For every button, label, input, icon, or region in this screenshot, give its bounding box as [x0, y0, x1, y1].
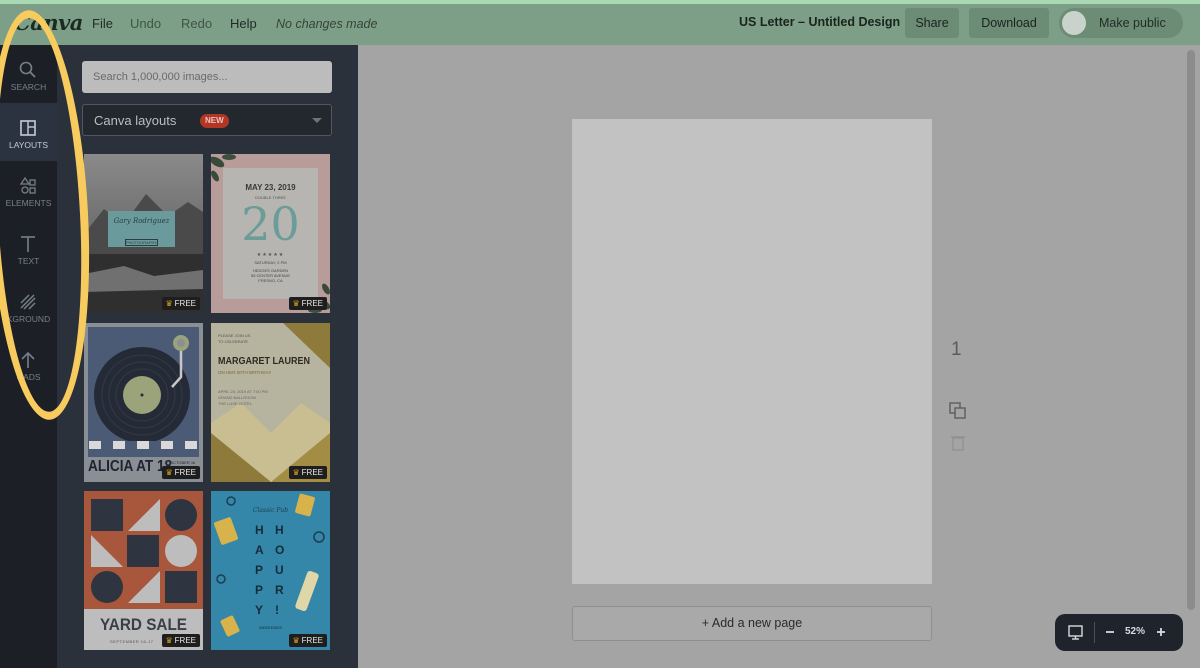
- design-page[interactable]: [572, 119, 932, 584]
- template-happy-hour[interactable]: Classic Pub H H A O P U P R Y ! WEEKENDS…: [211, 491, 330, 650]
- crown-icon: ♛: [165, 636, 173, 645]
- divider: [1094, 622, 1095, 643]
- template-line: THE LUXE HOTEL: [218, 401, 253, 406]
- make-public-toggle[interactable]: Make public: [1059, 8, 1183, 38]
- canva-editor: Canva File Undo Redo Help No changes mad…: [0, 0, 1200, 668]
- category-label: Canva layouts: [94, 113, 177, 128]
- template-name: ALICIA AT 18: [88, 458, 173, 475]
- design-title[interactable]: US Letter – Untitled Design: [739, 15, 900, 29]
- template-line: APRIL 24, 2019 AT 7:00 PM: [218, 389, 268, 394]
- template-line: FRESNO, CA: [258, 278, 283, 283]
- letter: P: [255, 583, 264, 597]
- share-button[interactable]: Share: [905, 8, 959, 38]
- make-public-label: Make public: [1099, 16, 1166, 30]
- template-subtitle: PHOTOGRAPHY: [125, 239, 158, 246]
- letter: P: [255, 563, 264, 577]
- crown-icon: ♛: [292, 468, 300, 477]
- top-bar: Canva File Undo Redo Help No changes mad…: [0, 0, 1200, 45]
- crown-icon: ♛: [292, 636, 300, 645]
- template-name: MARGARET LAUREN: [218, 356, 310, 367]
- template-yard-sale[interactable]: YARD SALE SEPTEMBER 16-17 ♛ FREE: [84, 491, 203, 650]
- zoom-value: 52%: [1125, 626, 1146, 637]
- template-subtitle: OCTOBER 16: [170, 460, 196, 465]
- template-line: GRAND BALLROOM: [218, 395, 256, 400]
- template-line: TO CELEBRATE: [218, 339, 249, 344]
- template-margaret-lauren[interactable]: PLEASE JOIN US TO CELEBRATE MARGARET LAU…: [211, 323, 330, 482]
- letter: Y: [255, 603, 264, 617]
- crown-icon: ♛: [292, 299, 300, 308]
- image-search-input[interactable]: Search 1,000,000 images...: [82, 61, 332, 93]
- template-subtitle: SEPTEMBER 16-17: [110, 639, 154, 644]
- crown-icon: ♛: [165, 299, 173, 308]
- present-icon[interactable]: [1067, 624, 1084, 641]
- letter: H: [255, 523, 264, 537]
- template-subtitle: WEEKENDS: [259, 625, 282, 630]
- letter: A: [255, 543, 264, 557]
- crown-icon: ♛: [165, 468, 173, 477]
- template-line: SATURDAY, 2 PM: [254, 260, 287, 265]
- layouts-panel: Search 1,000,000 images... Canva layouts…: [57, 45, 358, 668]
- template-subtitle: ON HER 50TH BIRTHDAY: [218, 370, 272, 375]
- menu-redo[interactable]: Redo: [181, 16, 212, 31]
- template-big-number: 20: [241, 197, 300, 251]
- free-badge: ♛ FREE: [162, 466, 200, 479]
- template-title: Classic Pub: [252, 507, 289, 514]
- letter: !: [275, 603, 279, 617]
- template-name: Gary Rodriguez: [113, 217, 170, 225]
- free-badge: ♛ FREE: [162, 634, 200, 647]
- template-art: [84, 154, 203, 313]
- free-badge: ♛ FREE: [289, 466, 327, 479]
- zoom-control: 52%: [1055, 614, 1183, 651]
- zoom-in-icon[interactable]: [1156, 627, 1166, 637]
- layouts-category-select[interactable]: Canva layouts NEW: [82, 104, 332, 136]
- save-status: No changes made: [276, 17, 378, 31]
- add-page-button[interactable]: + Add a new page: [572, 606, 932, 641]
- letter: U: [275, 563, 284, 577]
- download-button[interactable]: Download: [969, 8, 1049, 38]
- free-badge: ♛ FREE: [289, 634, 327, 647]
- free-badge: ♛ FREE: [289, 297, 327, 310]
- template-gary-rodriguez[interactable]: Gary Rodriguez PHOTOGRAPHY ♛ FREE: [84, 154, 203, 313]
- free-badge: ♛ FREE: [162, 297, 200, 310]
- page-number: 1: [951, 339, 962, 360]
- menu-undo[interactable]: Undo: [130, 16, 161, 31]
- copy-page-icon[interactable]: [948, 401, 968, 421]
- canvas-scrollbar[interactable]: [1187, 50, 1195, 610]
- delete-page-icon[interactable]: [948, 433, 968, 453]
- zoom-out-icon[interactable]: [1105, 627, 1115, 637]
- stars-decor: ★★★★★: [256, 252, 285, 258]
- letter: O: [275, 543, 285, 557]
- template-may-23[interactable]: MAY 23, 2019 DOUBLE THREE 20 ★★★★★ SATUR…: [211, 154, 330, 313]
- template-line: PLEASE JOIN US: [218, 333, 251, 338]
- template-date: MAY 23, 2019: [245, 183, 296, 192]
- new-badge: NEW: [200, 114, 229, 128]
- template-alicia-at-18[interactable]: ALICIA AT 18 OCTOBER 16 ♛ FREE: [84, 323, 203, 482]
- menu-help[interactable]: Help: [230, 16, 257, 31]
- template-name: YARD SALE: [99, 615, 187, 634]
- letter: H: [275, 523, 284, 537]
- chevron-down-icon: [312, 118, 322, 123]
- toggle-knob: [1062, 11, 1086, 35]
- letter: R: [275, 583, 284, 597]
- menu-file[interactable]: File: [92, 16, 113, 31]
